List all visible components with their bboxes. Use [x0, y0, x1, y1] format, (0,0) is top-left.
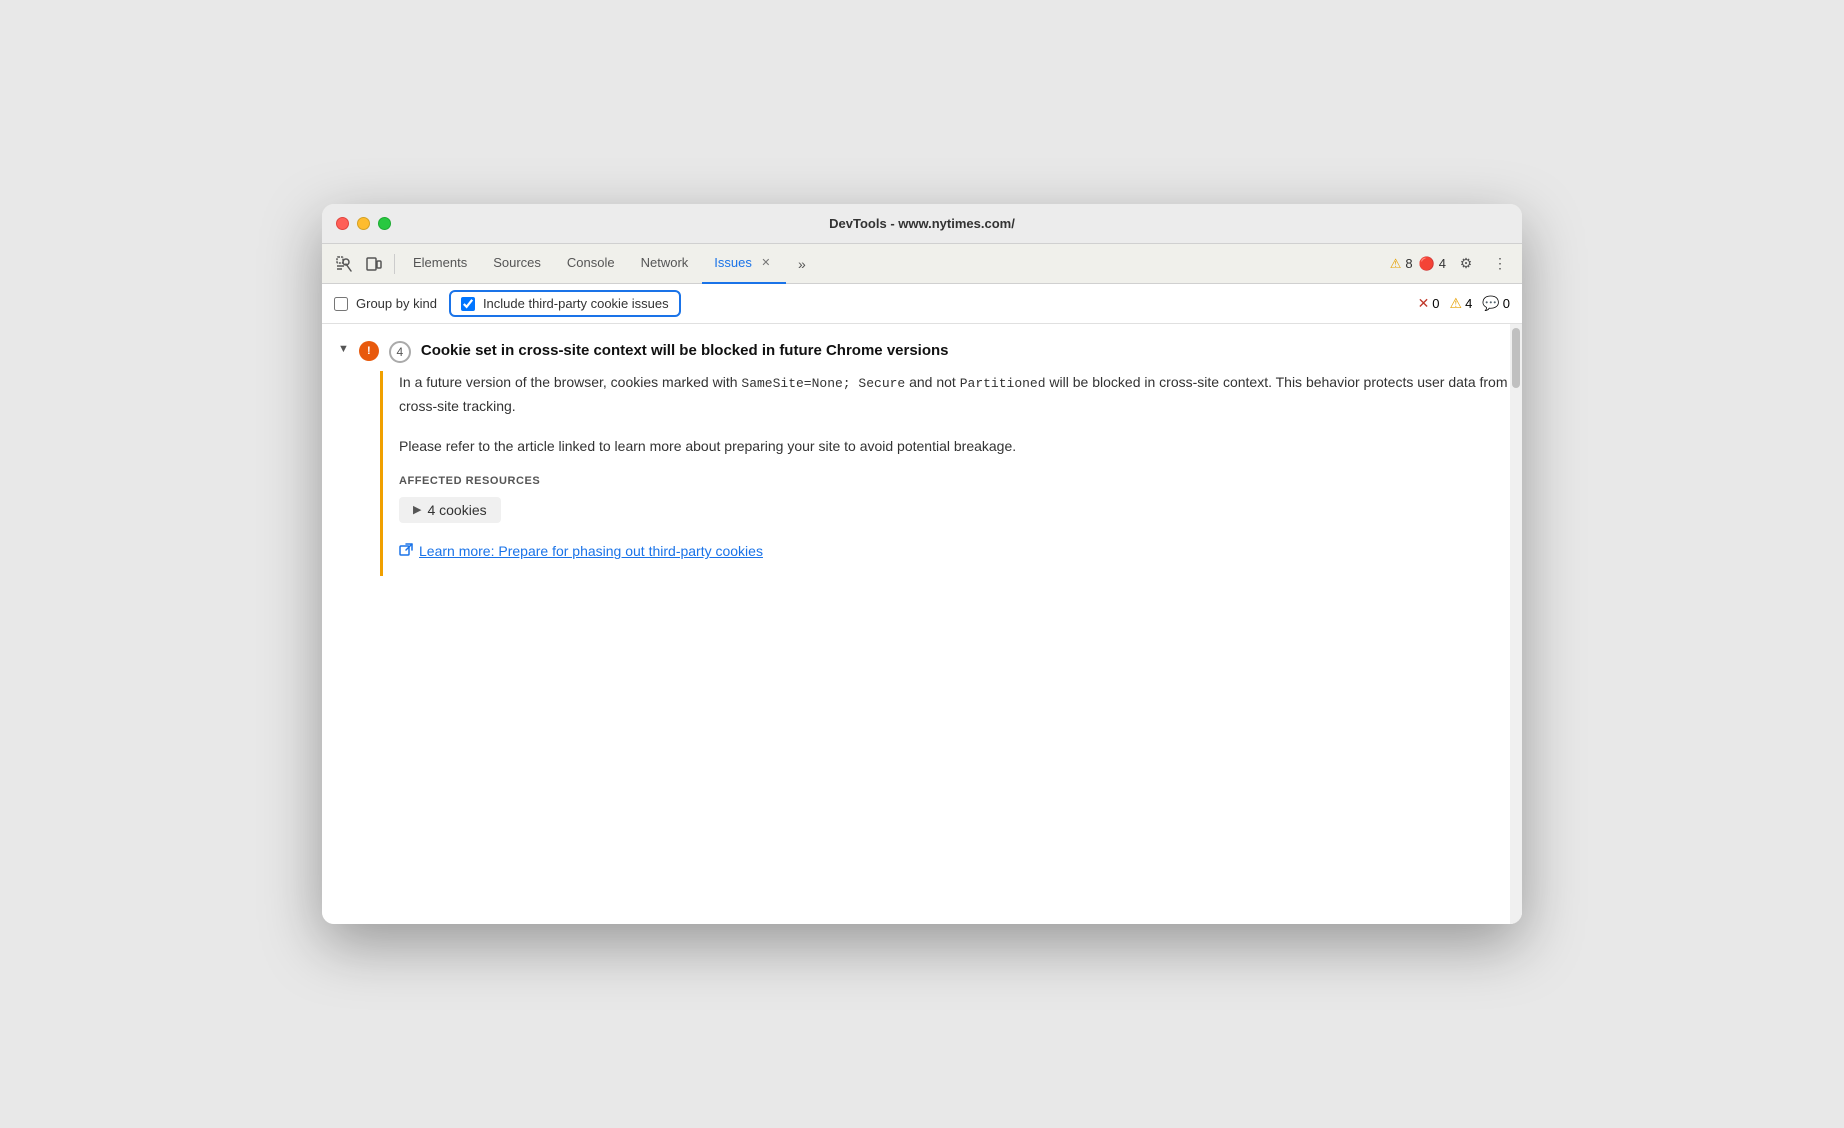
close-button[interactable]: [336, 217, 349, 230]
inspector-icon-button[interactable]: [330, 250, 358, 278]
traffic-lights: [336, 217, 391, 230]
external-link-icon: [399, 543, 413, 560]
window-title: DevTools - www.nytimes.com/: [829, 216, 1015, 231]
group-by-kind-checkbox[interactable]: [334, 297, 348, 311]
include-third-party-container: Include third-party cookie issues: [449, 290, 681, 317]
warning-triangle-icon: ⚠: [1390, 256, 1402, 272]
more-options-icon: ⋮: [1493, 255, 1507, 272]
toolbar-separator: [394, 254, 395, 274]
warning-count: 8: [1405, 256, 1412, 271]
issue-title: Cookie set in cross-site context will be…: [421, 340, 949, 361]
warning-badge-group: ⚠ 8: [1390, 256, 1413, 272]
tab-network[interactable]: Network: [629, 244, 701, 284]
content-area: ▼ ! 4 Cookie set in cross-site context w…: [322, 324, 1522, 924]
cookies-toggle[interactable]: ▶ 4 cookies: [399, 497, 501, 523]
error-count: 4: [1439, 256, 1446, 271]
tab-sources[interactable]: Sources: [481, 244, 553, 284]
issues-right-counts: ✕ 0 ⚠ 4 💬 0: [1418, 295, 1510, 312]
issue-severity-badge: !: [359, 341, 379, 361]
devtools-window: DevTools - www.nytimes.com/ Elements Sou…: [322, 204, 1522, 924]
toolbar-right: ⚠ 8 🔴 4 ⚙ ⋮: [1390, 250, 1514, 278]
scrollbar-thumb[interactable]: [1512, 328, 1520, 388]
issues-error-icon: ✕: [1418, 295, 1430, 312]
issues-toolbar: Group by kind Include third-party cookie…: [322, 284, 1522, 324]
issue-body: In a future version of the browser, cook…: [380, 371, 1522, 576]
titlebar: DevTools - www.nytimes.com/: [322, 204, 1522, 244]
issues-info-icon: 💬: [1482, 295, 1499, 312]
learn-more-text: Learn more: Prepare for phasing out thir…: [419, 543, 763, 559]
maximize-button[interactable]: [378, 217, 391, 230]
learn-more-link[interactable]: Learn more: Prepare for phasing out thir…: [399, 543, 1522, 560]
code-partitioned: Partitioned: [960, 376, 1046, 391]
issues-warning-count: ⚠ 4: [1450, 295, 1473, 312]
device-toolbar-button[interactable]: [360, 250, 388, 278]
issues-tab-close[interactable]: ✕: [758, 255, 774, 271]
tab-console[interactable]: Console: [555, 244, 627, 284]
issue-header-row: ▼ ! 4 Cookie set in cross-site context w…: [322, 324, 1522, 371]
settings-icon: ⚙: [1460, 255, 1473, 272]
issues-info-count: 💬 0: [1482, 295, 1510, 312]
code-samesite: SameSite=None; Secure: [741, 376, 905, 391]
include-third-party-label[interactable]: Include third-party cookie issues: [461, 296, 669, 311]
issue-description-1: In a future version of the browser, cook…: [399, 371, 1522, 419]
issue-description-2: Please refer to the article linked to le…: [399, 435, 1522, 459]
tab-elements[interactable]: Elements: [401, 244, 479, 284]
error-icon: 🔴: [1419, 256, 1435, 272]
collapse-arrow[interactable]: ▼: [338, 343, 349, 355]
more-options-button[interactable]: ⋮: [1486, 250, 1514, 278]
resource-toggle-arrow: ▶: [413, 503, 421, 516]
group-by-kind-label[interactable]: Group by kind: [334, 296, 437, 311]
scrollbar[interactable]: [1510, 324, 1522, 924]
minimize-button[interactable]: [357, 217, 370, 230]
affected-resources-label: AFFECTED RESOURCES: [399, 475, 1522, 487]
include-third-party-checkbox[interactable]: [461, 297, 475, 311]
tab-issues[interactable]: Issues ✕: [702, 244, 786, 284]
error-badge-group: 🔴 4: [1419, 256, 1446, 272]
device-icon: [366, 256, 382, 272]
cookies-toggle-label: 4 cookies: [427, 502, 486, 518]
settings-button[interactable]: ⚙: [1452, 250, 1480, 278]
inspector-icon: [336, 256, 352, 272]
issues-warning-icon: ⚠: [1450, 295, 1463, 312]
toolbar: Elements Sources Console Network Issues …: [322, 244, 1522, 284]
issues-error-count: ✕ 0: [1418, 295, 1440, 312]
more-tabs-button[interactable]: »: [788, 250, 816, 278]
issue-count-circle: 4: [389, 341, 411, 363]
main-content: ▼ ! 4 Cookie set in cross-site context w…: [322, 324, 1522, 924]
